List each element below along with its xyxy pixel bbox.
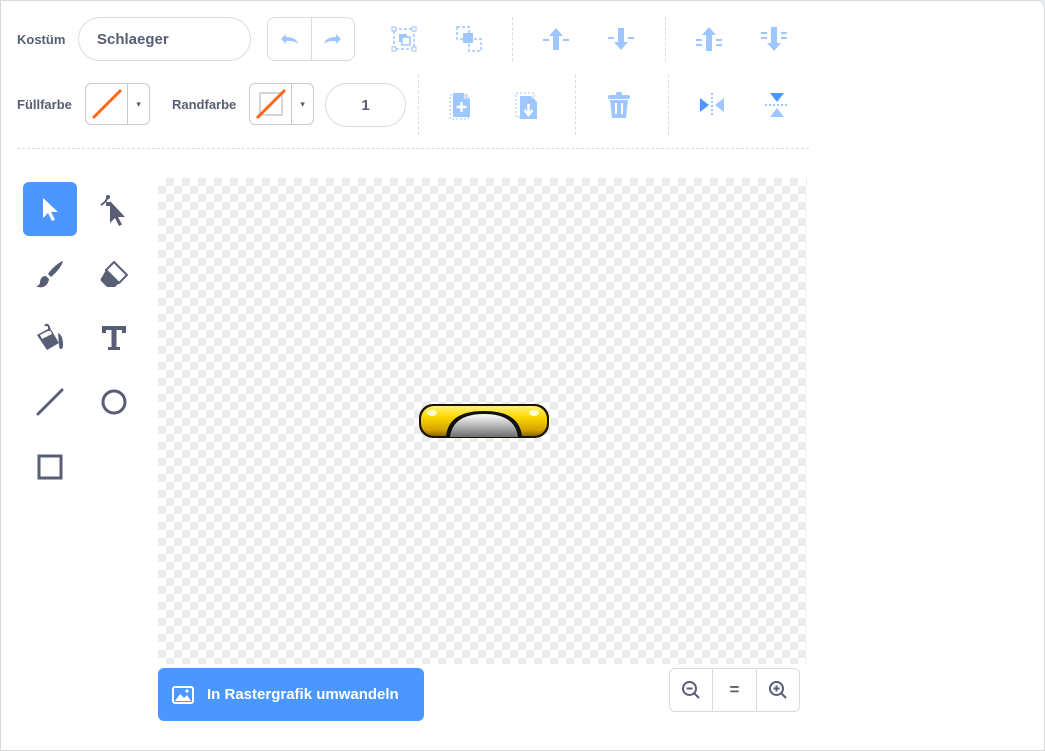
drawing-canvas[interactable] <box>158 178 807 664</box>
front-button[interactable] <box>687 17 731 61</box>
tool-text[interactable] <box>87 311 141 365</box>
delete-button[interactable] <box>597 83 641 127</box>
group-icon <box>391 26 417 52</box>
zoom-in-button[interactable] <box>755 669 799 711</box>
zoom-reset-label: = <box>729 680 740 699</box>
copy-icon <box>449 93 470 120</box>
forward-button[interactable] <box>534 17 578 61</box>
delete-icon <box>608 92 630 118</box>
separator <box>575 75 576 135</box>
costume-name-value: Schlaeger <box>97 30 169 48</box>
zoom-controls: = <box>669 668 800 712</box>
tool-fill[interactable] <box>23 311 77 365</box>
flip-horizontal-icon <box>700 93 724 117</box>
tool-eraser[interactable] <box>87 247 141 301</box>
separator <box>418 75 419 135</box>
no-color-icon <box>91 88 122 120</box>
copy-button[interactable] <box>439 83 483 127</box>
back-icon <box>761 27 787 51</box>
fill-color-label: Füllfarbe <box>17 97 72 112</box>
separator <box>668 75 669 135</box>
undo-icon <box>281 34 299 44</box>
outline-color-label: Randfarbe <box>172 97 237 112</box>
outline-color-picker[interactable]: ▾ <box>249 83 314 125</box>
circle-icon <box>101 389 127 415</box>
convert-to-bitmap-button[interactable]: In Rastergrafik umwandeln <box>158 668 424 721</box>
flip-vertical-button[interactable] <box>755 83 799 127</box>
select-icon <box>43 198 58 221</box>
toolbar-divider <box>17 148 809 149</box>
outline-width-input[interactable]: 1 <box>325 83 406 127</box>
costume-label: Kostüm <box>17 32 66 47</box>
separator <box>665 17 666 61</box>
redo-button[interactable] <box>310 18 354 60</box>
forward-icon <box>543 28 569 50</box>
rectangle-icon <box>37 454 63 480</box>
backward-icon <box>608 28 634 50</box>
chevron-down-icon: ▾ <box>127 84 149 124</box>
undo-button[interactable] <box>268 18 311 60</box>
zoom-reset-button[interactable]: = <box>712 669 755 711</box>
paste-button[interactable] <box>505 83 549 127</box>
separator <box>512 17 513 61</box>
paddle-sprite[interactable] <box>418 403 552 443</box>
no-color-icon <box>255 88 286 120</box>
flip-horizontal-button[interactable] <box>690 83 734 127</box>
tool-brush[interactable] <box>23 247 77 301</box>
group-button[interactable] <box>382 17 426 61</box>
undo-redo-group <box>267 17 355 61</box>
convert-button-label: In Rastergrafik umwandeln <box>207 686 399 703</box>
paint-editor: Kostüm Schlaeger Füllfarbe ▾ Randfarbe ▾… <box>0 0 1045 751</box>
text-icon <box>102 326 126 350</box>
fill-icon <box>37 323 63 350</box>
tool-rectangle[interactable] <box>23 440 77 494</box>
ungroup-button[interactable] <box>447 17 491 61</box>
redo-icon <box>323 34 341 44</box>
tool-line[interactable] <box>23 375 77 429</box>
zoom-out-button[interactable] <box>670 669 712 711</box>
zoom-out-icon <box>682 681 700 699</box>
no-color-swatch <box>86 84 127 124</box>
zoom-in-icon <box>768 681 787 699</box>
ungroup-icon <box>456 26 482 52</box>
tool-reshape[interactable] <box>87 182 141 236</box>
outline-width-value: 1 <box>361 96 370 114</box>
eraser-icon <box>100 260 129 287</box>
fill-color-picker[interactable]: ▾ <box>85 83 150 125</box>
brush-icon <box>36 261 63 288</box>
back-button[interactable] <box>752 17 796 61</box>
paste-icon <box>515 92 537 119</box>
no-outline-swatch <box>250 84 291 124</box>
tool-select[interactable] <box>23 182 77 236</box>
tool-circle[interactable] <box>87 375 141 429</box>
reshape-icon <box>100 195 125 226</box>
flip-vertical-icon <box>765 93 789 117</box>
chevron-down-icon: ▾ <box>291 84 313 124</box>
front-icon <box>696 27 722 51</box>
backward-button[interactable] <box>599 17 643 61</box>
costume-name-input[interactable]: Schlaeger <box>78 17 251 61</box>
bitmap-icon <box>172 685 194 704</box>
line-icon <box>36 388 64 416</box>
